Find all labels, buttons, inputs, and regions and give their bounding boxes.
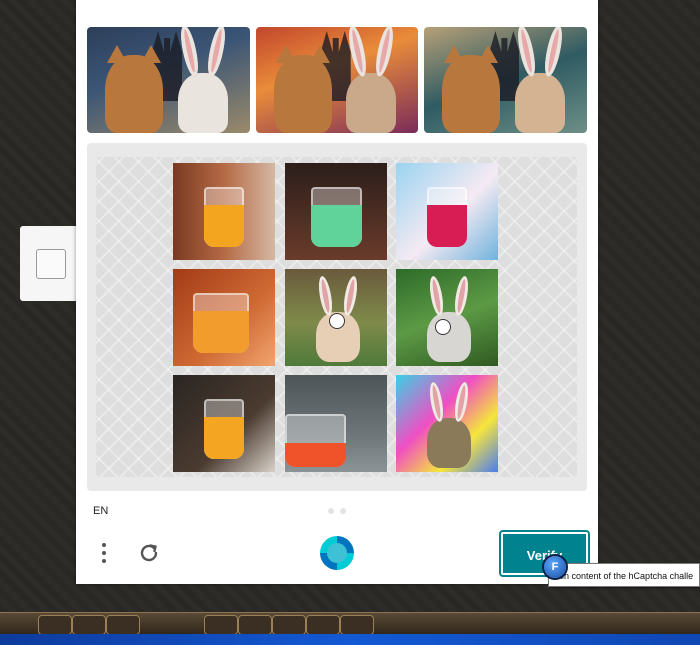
glass-shape: [203, 187, 245, 248]
toolbar-slot[interactable]: [306, 615, 340, 635]
game-toolbar: [0, 612, 700, 635]
hcaptcha-checkbox-widget: [20, 226, 78, 301]
drink-liquid: [203, 417, 245, 460]
bunny-shape: [426, 312, 471, 362]
task-grid-background: [96, 157, 577, 477]
grid-tile-2[interactable]: [285, 163, 387, 260]
language-selector[interactable]: EN: [93, 505, 108, 517]
bunny-shape: [346, 73, 397, 133]
toolbar-slot[interactable]: [106, 615, 140, 635]
drink-liquid: [310, 205, 362, 248]
grid-tile-4[interactable]: [173, 269, 275, 366]
tooltip: ain content of the hCaptcha challe: [548, 563, 700, 587]
glass-shape: [285, 413, 347, 468]
menu-icon[interactable]: [96, 540, 112, 566]
refresh-icon[interactable]: [136, 540, 162, 566]
grid-tile-6[interactable]: [396, 269, 498, 366]
glass-shape: [203, 399, 245, 460]
toolbar-slot[interactable]: [272, 615, 306, 635]
page-dot: [340, 508, 346, 514]
toolbar-slot[interactable]: [238, 615, 272, 635]
extension-icon[interactable]: F: [544, 556, 566, 578]
drink-liquid: [203, 205, 245, 248]
bunny-shape: [426, 418, 471, 468]
selection-marker: [329, 313, 345, 329]
grid-tile-3[interactable]: [396, 163, 498, 260]
page-dots: [328, 508, 346, 514]
grid-tile-5[interactable]: [285, 269, 387, 366]
taskbar: [0, 634, 700, 645]
drink-liquid: [285, 443, 347, 468]
glass-shape: [193, 293, 250, 354]
task-image-grid-area: [87, 143, 587, 491]
glass-shape: [426, 187, 468, 248]
grid-tile-7[interactable]: [173, 375, 275, 472]
drink-liquid: [426, 205, 468, 248]
drink-liquid: [193, 311, 250, 354]
cat-shape: [273, 45, 332, 133]
page-dot: [328, 508, 334, 514]
grid-tile-1[interactable]: [173, 163, 275, 260]
bunny-shape: [177, 73, 228, 133]
glass-shape: [310, 187, 362, 248]
example-images: [87, 27, 588, 133]
toolbar-slot[interactable]: [72, 615, 106, 635]
example-image-1: [87, 27, 250, 133]
toolbar-slot[interactable]: [38, 615, 72, 635]
hcaptcha-checkbox[interactable]: [36, 249, 66, 279]
cat-shape: [442, 45, 501, 133]
grid-tile-8[interactable]: [285, 375, 387, 472]
cat-shape: [105, 45, 163, 133]
example-image-2: [255, 27, 419, 133]
example-image-3: [424, 27, 588, 133]
hcaptcha-logo-icon: [320, 536, 354, 570]
selection-marker: [435, 319, 451, 335]
hcaptcha-challenge-panel: EN Verify: [76, 0, 598, 584]
grid-tile-9[interactable]: [396, 375, 498, 472]
toolbar-slot[interactable]: [340, 615, 374, 635]
bunny-shape: [515, 73, 566, 133]
toolbar-slot[interactable]: [204, 615, 238, 635]
